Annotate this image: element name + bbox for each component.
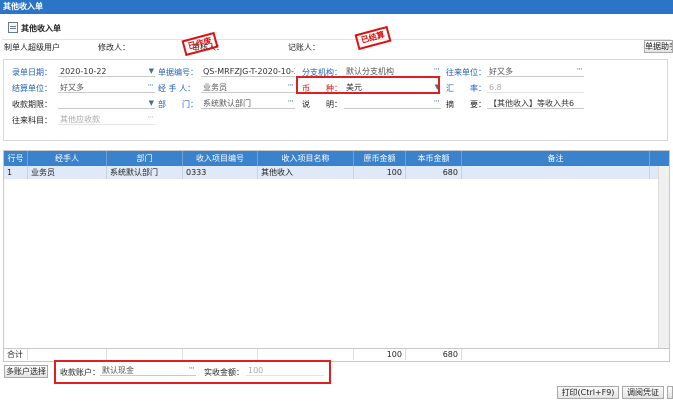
footer-cell	[183, 349, 258, 360]
date-field[interactable]: 2020-10-22 ▼	[58, 66, 155, 77]
bookkeeper-label: 记账人：	[288, 43, 320, 52]
rate-field: 6.8	[487, 82, 584, 93]
account-highlight	[54, 360, 331, 384]
settle-label: 结算单位：	[12, 84, 52, 93]
more-icon[interactable]: ···	[433, 66, 440, 76]
column-header[interactable]: 行号	[4, 151, 28, 166]
column-header[interactable]: 原币金额	[354, 151, 406, 166]
date-label: 录单日期：	[12, 68, 52, 77]
more-icon[interactable]: ···	[287, 82, 294, 92]
cell-no: 1	[4, 166, 28, 179]
period-select[interactable]: ▼	[58, 98, 155, 109]
more-icon: ···	[147, 114, 154, 123]
period-label: 收款期限：	[12, 100, 52, 109]
column-header[interactable]: 收入项目名称	[258, 151, 354, 166]
doc-helper-button[interactable]: 单据助手	[644, 40, 673, 53]
handler-field[interactable]: 业务员 ···	[201, 82, 295, 93]
footer-cell	[258, 349, 354, 360]
dept-field[interactable]: 系统默认部门 ···	[201, 98, 295, 109]
form-panel: 录单日期： 2020-10-22 ▼ 单据编号： QS-MRFZJG-T-2020…	[3, 59, 668, 141]
note-field[interactable]: ···	[344, 98, 441, 109]
note-label: 说 明：	[302, 100, 342, 109]
cell-name[interactable]: 其他收入	[258, 166, 354, 179]
more-icon[interactable]: ···	[147, 82, 154, 92]
dropdown-arrow-icon[interactable]: ▼	[149, 66, 154, 76]
currency-highlight	[296, 76, 440, 94]
handler-label: 经 手 人：	[158, 84, 196, 93]
more-button-partial[interactable]	[667, 386, 673, 399]
column-header[interactable]: 备注	[462, 151, 650, 166]
cell-orig-amount[interactable]: 100	[354, 166, 406, 179]
multi-account-button[interactable]: 多账户选择	[4, 365, 48, 378]
partner-field[interactable]: 好又多 ···	[487, 66, 584, 77]
page-title: 其他收入单	[21, 24, 61, 33]
document-header: 其他收入单	[2, 18, 671, 40]
column-header[interactable]: 收入项目编号	[183, 151, 258, 166]
rate-label: 汇 率：	[446, 84, 486, 93]
total-local-amount: 680	[406, 349, 462, 360]
document-icon	[8, 22, 18, 33]
dept-label: 部 门：	[158, 100, 198, 109]
summary-label: 摘 要：	[446, 100, 486, 109]
grid-scrollbar[interactable]	[658, 166, 669, 349]
table-row[interactable]: 1 业务员 系统默认部门 0333 其他收入 100 680	[4, 166, 669, 179]
settle-field[interactable]: 好又多 ···	[58, 82, 155, 93]
creator-value: 超级用户	[28, 43, 60, 52]
grid-header: 行号 经手人 部门 收入项目编号 收入项目名称 原币金额 本币金额 备注	[4, 151, 669, 166]
subject-label: 往来科目：	[12, 116, 52, 125]
more-icon[interactable]: ···	[433, 98, 440, 108]
detail-grid: 行号 经手人 部门 收入项目编号 收入项目名称 原币金额 本币金额 备注 1 业…	[3, 150, 670, 362]
window-title: 其他收入单	[0, 0, 673, 14]
date-value: 2020-10-22	[60, 67, 107, 76]
footer-cell	[28, 349, 107, 360]
settle-value: 好又多	[60, 83, 84, 92]
print-button[interactable]: 打印(Ctrl+F9)	[557, 386, 619, 399]
more-icon[interactable]: ···	[287, 98, 294, 108]
subject-field: 其他应收款 ···	[58, 114, 155, 125]
branch-value: 默认分支机构	[346, 67, 394, 76]
docno-field[interactable]: QS-MRFZJG-T-2020-10-22	[201, 66, 295, 77]
view-voucher-button[interactable]: 调阅凭证	[622, 386, 664, 399]
cell-handler[interactable]: 业务员	[28, 166, 107, 179]
cell-dept[interactable]: 系统默认部门	[107, 166, 183, 179]
footer-cell	[107, 349, 183, 360]
subject-value: 其他应收款	[60, 115, 100, 124]
cell-remark[interactable]	[462, 166, 650, 179]
cell-code[interactable]: 0333	[183, 166, 258, 179]
column-header[interactable]: 经手人	[28, 151, 107, 166]
dept-value: 系统默认部门	[203, 99, 251, 108]
modifier-label: 修改人：	[98, 43, 130, 52]
more-icon[interactable]: ···	[576, 66, 583, 76]
dropdown-arrow-icon[interactable]: ▼	[149, 98, 154, 108]
cell-local-amount[interactable]: 680	[406, 166, 462, 179]
total-label: 合计	[4, 349, 28, 360]
partner-value: 好又多	[489, 67, 513, 76]
partner-label: 往来单位：	[446, 68, 486, 77]
total-orig-amount: 100	[354, 349, 406, 360]
column-header[interactable]: 部门	[107, 151, 183, 166]
docno-label: 单据编号：	[158, 68, 198, 77]
summary-field[interactable]: 【其他收入】等收入共6	[487, 98, 584, 109]
handler-value: 业务员	[203, 83, 227, 92]
column-header[interactable]: 本币金额	[406, 151, 462, 166]
